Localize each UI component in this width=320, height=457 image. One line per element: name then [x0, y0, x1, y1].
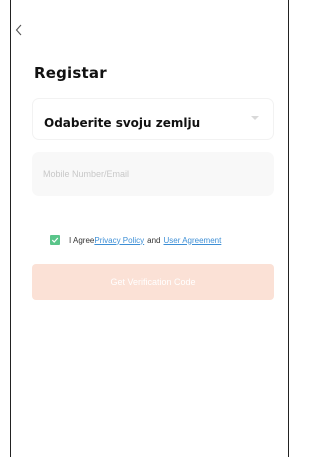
- back-button[interactable]: [12, 22, 26, 38]
- page-title: Registar: [34, 64, 107, 82]
- privacy-policy-link[interactable]: Privacy Policy: [94, 236, 144, 245]
- chevron-left-icon: [15, 24, 22, 36]
- user-agreement-link[interactable]: User Agreement: [164, 236, 222, 245]
- mobile-email-input[interactable]: [32, 152, 274, 196]
- agreement-row: I Agree Privacy Policy and User Agreemen…: [50, 235, 221, 245]
- country-select[interactable]: Odaberite svoju zemlju: [32, 98, 274, 140]
- agree-and-text: and: [147, 235, 161, 245]
- agree-prefix-text: I Agree: [69, 235, 95, 245]
- get-verification-code-button[interactable]: Get Verification Code: [32, 264, 274, 300]
- checkmark-icon: [51, 237, 59, 243]
- app-screen: Registar Odaberite svoju zemlju I Agree …: [10, 0, 289, 457]
- caret-down-icon: [251, 116, 259, 120]
- country-select-value: Odaberite svoju zemlju: [44, 116, 201, 130]
- agreement-checkbox[interactable]: [50, 235, 60, 245]
